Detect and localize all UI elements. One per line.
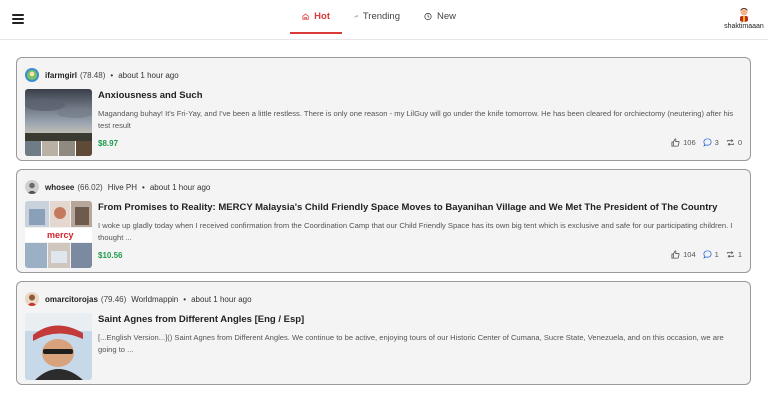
post-excerpt: I woke up gladly today when I received c…	[98, 221, 733, 242]
tab-trending-label: Trending	[362, 11, 400, 22]
post-title[interactable]: Anxiousness and Such	[98, 90, 203, 101]
reblog-count: 0	[737, 138, 742, 147]
tab-hot-label: Hot	[314, 11, 330, 22]
post-title[interactable]: Saint Agnes from Different Angles [Eng /…	[98, 314, 304, 325]
tab-new-label: New	[436, 11, 456, 22]
like-button[interactable]: 106	[671, 138, 696, 147]
reblog-icon	[726, 251, 734, 258]
tab-new[interactable]: New	[412, 0, 468, 33]
separator-dot: •	[110, 70, 114, 80]
post-author[interactable]: whosee	[45, 183, 74, 192]
user-menu[interactable]: shaktimaaan	[722, 6, 766, 30]
post-header: whosee (66.02) Hive PH • about 1 hour ag…	[25, 178, 210, 196]
separator-dot: •	[183, 294, 187, 304]
tab-hot[interactable]: Hot	[290, 0, 342, 34]
separator-dot: •	[142, 182, 145, 192]
post-time: about 1 hour ago	[149, 182, 211, 192]
post-title[interactable]: From Promises to Reality: MERCY Malaysia…	[98, 202, 717, 213]
comment-icon	[703, 250, 712, 259]
post-card[interactable]: whosee (66.02) Hive PH • about 1 hour ag…	[16, 169, 751, 273]
author-reputation: (79.46)	[100, 294, 127, 304]
post-thumbnail[interactable]: mercy	[25, 201, 92, 268]
username: shaktimaaan	[724, 23, 764, 30]
post-thumbnail[interactable]	[25, 89, 92, 156]
post-feed: ifarmgirl (78.48) • about 1 hour ago Anx…	[16, 57, 751, 393]
post-card[interactable]: omarcitorojas (79.46) Worldmappin • abou…	[16, 281, 751, 385]
reblog-button[interactable]: 0	[726, 138, 742, 147]
avatar	[736, 6, 752, 22]
thumbs-up-icon	[671, 250, 680, 259]
like-count: 106	[683, 138, 696, 147]
avatar[interactable]	[25, 180, 39, 194]
post-stats: 104 1 1	[671, 250, 742, 259]
comment-icon	[703, 138, 712, 147]
post-community[interactable]: Hive PH	[108, 183, 137, 192]
post-thumbnail[interactable]	[25, 313, 92, 380]
reblog-icon	[726, 139, 734, 146]
post-author[interactable]: omarcitorojas	[45, 295, 98, 304]
post-payout[interactable]: $8.97	[98, 139, 118, 148]
like-count: 104	[683, 250, 696, 259]
post-payout[interactable]: $10.56	[98, 251, 122, 260]
post-time: about 1 hour ago	[191, 294, 252, 304]
author-reputation: (78.48)	[80, 70, 106, 80]
comment-count: 3	[714, 138, 719, 147]
post-excerpt: [...English Version...]() Saint Agnes fr…	[98, 333, 724, 354]
reblog-button[interactable]: 1	[726, 250, 742, 259]
hamburger-menu-icon[interactable]	[12, 14, 24, 24]
top-navbar: Hot Trending New shaktimaaan	[0, 0, 768, 40]
avatar[interactable]	[25, 292, 39, 306]
thumbnail-text: mercy	[47, 230, 74, 240]
post-excerpt: Magandang buhay! It's Fri-Yay, and I've …	[98, 109, 734, 130]
post-header: ifarmgirl (78.48) • about 1 hour ago	[25, 66, 179, 84]
comment-button[interactable]: 3	[703, 138, 719, 147]
feed-tabs: Hot Trending New	[290, 0, 468, 40]
clock-icon	[424, 12, 432, 21]
post-card[interactable]: ifarmgirl (78.48) • about 1 hour ago Anx…	[16, 57, 751, 161]
home-icon	[302, 13, 309, 20]
tab-trending[interactable]: Trending	[342, 0, 412, 33]
thumbs-up-icon	[671, 138, 680, 147]
trending-icon	[354, 15, 358, 18]
post-author[interactable]: ifarmgirl	[45, 71, 77, 80]
comment-count: 1	[714, 250, 719, 259]
like-button[interactable]: 104	[671, 250, 696, 259]
post-community[interactable]: Worldmappin	[131, 295, 178, 304]
post-stats: 106 3 0	[671, 138, 742, 147]
avatar[interactable]	[25, 68, 39, 82]
comment-button[interactable]: 1	[703, 250, 719, 259]
post-header: omarcitorojas (79.46) Worldmappin • abou…	[25, 290, 252, 308]
post-time: about 1 hour ago	[118, 70, 179, 80]
reblog-count: 1	[737, 250, 742, 259]
author-reputation: (66.02)	[77, 182, 103, 192]
